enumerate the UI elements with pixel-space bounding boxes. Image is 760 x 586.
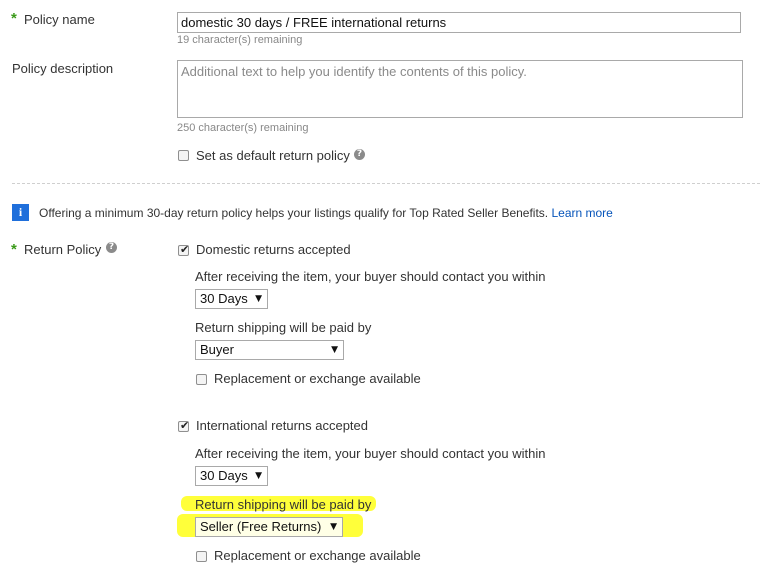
international-contact-select[interactable]: 30 Days ▼ <box>195 466 268 486</box>
section-divider <box>12 183 760 184</box>
dropdown-arrow-icon: ▼ <box>331 345 338 355</box>
domestic-contact-select[interactable]: 30 Days ▼ <box>195 289 268 309</box>
default-policy-checkbox[interactable] <box>178 150 189 161</box>
info-banner: Offering a minimum 30-day return policy … <box>39 206 613 220</box>
domestic-shipping-select[interactable]: Buyer ▼ <box>195 340 344 360</box>
international-replacement-checkbox[interactable] <box>196 551 207 562</box>
international-shipping-select[interactable]: Seller (Free Returns) ▼ <box>195 517 343 537</box>
policy-description-textarea[interactable] <box>177 60 743 118</box>
international-returns-label: International returns accepted <box>196 418 368 433</box>
international-contact-label: After receiving the item, your buyer sho… <box>195 446 546 461</box>
dropdown-arrow-icon: ▼ <box>330 522 337 532</box>
checkmark-icon: ✔ <box>180 419 190 432</box>
dropdown-arrow-icon: ▼ <box>255 294 262 304</box>
international-shipping-label: Return shipping will be paid by <box>195 497 372 512</box>
help-question-icon[interactable]: ? <box>106 242 117 253</box>
policy-name-label: Policy name <box>24 12 95 27</box>
checkmark-icon: ✔ <box>180 243 190 256</box>
international-replacement-label: Replacement or exchange available <box>214 548 421 563</box>
international-returns-checkbox[interactable]: ✔ <box>178 419 190 432</box>
policy-name-remaining: 19 character(s) remaining <box>177 34 303 46</box>
domestic-replacement-label: Replacement or exchange available <box>214 371 421 386</box>
domestic-returns-checkbox[interactable]: ✔ <box>178 243 190 256</box>
return-policy-label: Return Policy <box>24 242 102 257</box>
domestic-contact-value: 30 Days <box>200 291 248 306</box>
help-question-icon[interactable]: ? <box>354 149 365 160</box>
dropdown-arrow-icon: ▼ <box>255 471 262 481</box>
policy-name-input[interactable] <box>177 12 741 33</box>
required-star-icon: * <box>11 10 17 27</box>
info-icon: i <box>12 204 29 221</box>
default-policy-label: Set as default return policy <box>196 148 350 163</box>
domestic-contact-label: After receiving the item, your buyer sho… <box>195 269 546 284</box>
policy-description-label: Policy description <box>12 61 114 76</box>
international-contact-value: 30 Days <box>200 468 248 483</box>
required-star-icon: * <box>11 241 17 258</box>
policy-description-remaining: 250 character(s) remaining <box>177 122 309 134</box>
domestic-shipping-value: Buyer <box>200 342 234 357</box>
info-banner-text: Offering a minimum 30-day return policy … <box>39 206 549 220</box>
domestic-replacement-checkbox[interactable] <box>196 374 207 385</box>
domestic-shipping-label: Return shipping will be paid by <box>195 320 372 335</box>
learn-more-link[interactable]: Learn more <box>551 206 612 220</box>
international-shipping-value: Seller (Free Returns) <box>200 519 322 534</box>
domestic-returns-label: Domestic returns accepted <box>196 242 351 257</box>
